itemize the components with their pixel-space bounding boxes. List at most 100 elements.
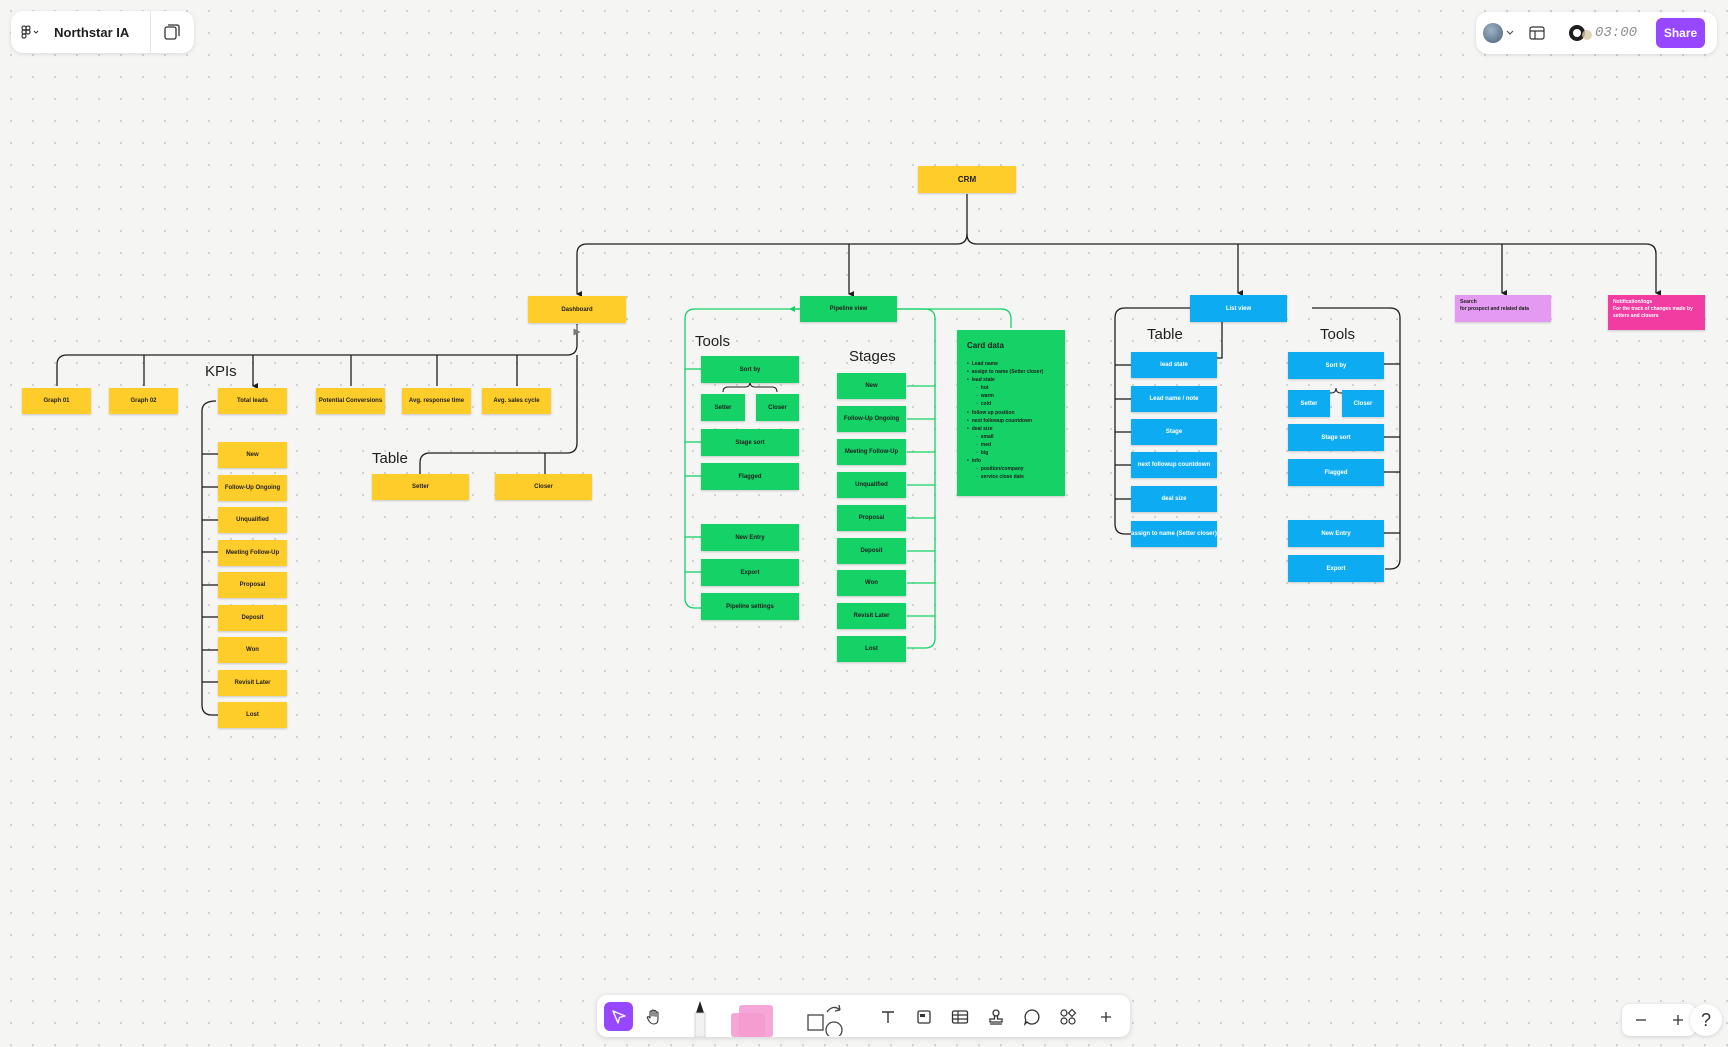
widgets-tool-button[interactable] xyxy=(1053,1002,1082,1031)
listview-table-col-node[interactable]: Lead name / note xyxy=(1131,386,1217,412)
pipeline-stage-node[interactable]: Revisit Later xyxy=(837,603,906,629)
list-view-node[interactable]: List view xyxy=(1190,295,1287,322)
pipeline-stage-node[interactable]: Unqualified xyxy=(837,472,906,498)
graph-01-node[interactable]: Graph 01 xyxy=(22,388,91,414)
listview-table-col-node[interactable]: Stage xyxy=(1131,419,1217,445)
whiteboard-canvas[interactable]: CRM Dashboard KPIs Table Graph 01 Graph … xyxy=(0,0,1728,1047)
listview-table-heading: Table xyxy=(1147,326,1183,343)
kpi-avg-sales-cycle-node[interactable]: Avg. sales cycle xyxy=(482,388,551,414)
marker-pen-icon xyxy=(694,1001,706,1037)
pipeline-stages-heading: Stages xyxy=(849,348,896,365)
bottom-toolbar xyxy=(597,995,1130,1037)
kpi-potential-conversions-node[interactable]: Potential Conversions xyxy=(316,388,385,414)
pipeline-setter-node[interactable]: Setter xyxy=(701,394,745,421)
listview-closer-node[interactable]: Closer xyxy=(1342,390,1384,417)
pipeline-new-entry-node[interactable]: New Entry xyxy=(701,524,799,551)
search-node-title: Search xyxy=(1460,299,1477,305)
listview-setter-node[interactable]: Setter xyxy=(1288,390,1330,417)
comment-bubble-icon xyxy=(1023,1008,1040,1026)
plus-icon xyxy=(1672,1015,1683,1025)
dashboard-node[interactable]: Dashboard xyxy=(528,296,626,323)
listview-flagged-node[interactable]: Flagged xyxy=(1288,459,1384,486)
pages-button[interactable] xyxy=(151,11,194,53)
pipeline-stage-sort-node[interactable]: Stage sort xyxy=(701,429,799,456)
card-data-item: deal size xyxy=(967,425,1055,433)
main-menu-button[interactable] xyxy=(11,11,48,53)
search-node-body: for prospect and related data xyxy=(1460,306,1529,312)
more-tools-button[interactable] xyxy=(1091,1002,1120,1031)
text-tool-button[interactable] xyxy=(873,1002,902,1031)
search-node[interactable]: Search for prospect and related data xyxy=(1455,295,1551,322)
dashboard-table-closer-node[interactable]: Closer xyxy=(495,474,592,500)
move-tool-button[interactable] xyxy=(604,1002,633,1031)
crm-root-node[interactable]: CRM xyxy=(918,166,1016,193)
pages-icon xyxy=(164,24,181,40)
listview-table-col-node[interactable]: deal size xyxy=(1131,486,1217,512)
user-avatar-button[interactable] xyxy=(1476,12,1520,54)
pen-tool-button[interactable] xyxy=(687,999,713,1037)
card-data-item: position/company xyxy=(967,465,1055,473)
pipeline-stage-node[interactable]: Deposit xyxy=(837,538,906,564)
timer-button[interactable]: 03:00 xyxy=(1554,12,1650,54)
sticky-note-tool-button[interactable] xyxy=(727,1001,777,1037)
pipeline-stage-node[interactable]: Lost xyxy=(837,636,906,662)
card-data-item: hot xyxy=(967,384,1055,392)
listview-new-entry-node[interactable]: New Entry xyxy=(1288,520,1384,547)
card-data-item: warm xyxy=(967,392,1055,400)
pipeline-stage-node[interactable]: Proposal xyxy=(837,505,906,531)
kpi-total-leads-node[interactable]: Total leads xyxy=(218,388,287,414)
shapes-icon xyxy=(807,1004,843,1036)
dashboard-table-setter-node[interactable]: Setter xyxy=(372,474,469,500)
pipeline-flagged-node[interactable]: Flagged xyxy=(701,463,799,490)
pipeline-stage-node[interactable]: Meeting Follow-Up xyxy=(837,439,906,465)
graph-02-node[interactable]: Graph 02 xyxy=(109,388,178,414)
widgets-icon xyxy=(1059,1008,1076,1025)
comment-tool-button[interactable] xyxy=(1017,1002,1046,1031)
lead-state-node[interactable]: Won xyxy=(218,637,287,663)
zoom-out-button[interactable] xyxy=(1626,1005,1656,1035)
pipeline-settings-node[interactable]: Pipeline settings xyxy=(701,593,799,620)
zoom-in-button[interactable] xyxy=(1663,1005,1693,1035)
pipeline-sort-by-node[interactable]: Sort by xyxy=(701,356,799,383)
section-icon xyxy=(916,1009,931,1024)
stamp-tool-button[interactable] xyxy=(981,1002,1010,1031)
pipeline-view-node[interactable]: Pipeline view xyxy=(800,296,897,322)
pipeline-stage-node[interactable]: New xyxy=(837,373,906,399)
listview-table-col-node[interactable]: lead state xyxy=(1131,352,1217,378)
listview-sort-by-node[interactable]: Sort by xyxy=(1288,352,1384,379)
section-tool-button[interactable] xyxy=(909,1002,938,1031)
card-data-note[interactable]: Card data Lead nameassign to name (Sette… xyxy=(957,330,1065,496)
layout-button[interactable] xyxy=(1520,12,1554,54)
lead-state-node[interactable]: Revisit Later xyxy=(218,670,287,696)
lead-state-node[interactable]: Proposal xyxy=(218,572,287,598)
listview-export-node[interactable]: Export xyxy=(1288,555,1384,582)
lead-state-node[interactable]: New xyxy=(218,442,287,468)
listview-table-col-node[interactable]: next followup countdown xyxy=(1131,452,1217,478)
notification-node[interactable]: Notification/logs For the track of change… xyxy=(1608,295,1705,330)
lead-state-node[interactable]: Deposit xyxy=(218,605,287,631)
table-tool-button[interactable] xyxy=(945,1002,974,1031)
pipeline-stage-node[interactable]: Won xyxy=(837,570,906,596)
shape-tool-button[interactable] xyxy=(805,1002,843,1036)
timer-icon xyxy=(1568,25,1592,41)
card-data-item: lead state xyxy=(967,376,1055,384)
lead-state-node[interactable]: Lost xyxy=(218,702,287,728)
question-mark-icon: ? xyxy=(1700,1009,1711,1030)
lead-state-node[interactable]: Unqualified xyxy=(218,507,287,533)
pipeline-stage-node[interactable]: Follow-Up Ongoing xyxy=(837,406,906,432)
pipeline-closer-node[interactable]: Closer xyxy=(756,394,799,421)
lead-state-node[interactable]: Follow-Up Ongoing xyxy=(218,475,287,501)
share-button[interactable]: Share xyxy=(1656,18,1705,48)
card-data-list: Lead nameassign to name (Setter closer)l… xyxy=(967,360,1055,481)
file-name[interactable]: Northstar IA xyxy=(48,25,150,40)
kpis-heading: KPIs xyxy=(205,363,237,380)
notification-node-title: Notification/logs xyxy=(1613,299,1653,305)
kpi-avg-response-time-node[interactable]: Avg. response time xyxy=(402,388,471,414)
listview-table-col-node[interactable]: assign to name (Setter closer) xyxy=(1131,521,1217,547)
card-data-item: small xyxy=(967,433,1055,441)
listview-stage-sort-node[interactable]: Stage sort xyxy=(1288,424,1384,451)
pipeline-export-node[interactable]: Export xyxy=(701,559,799,586)
help-button[interactable]: ? xyxy=(1690,1004,1722,1036)
lead-state-node[interactable]: Meeting Follow-Up xyxy=(218,540,287,566)
hand-tool-button[interactable] xyxy=(639,1002,668,1031)
